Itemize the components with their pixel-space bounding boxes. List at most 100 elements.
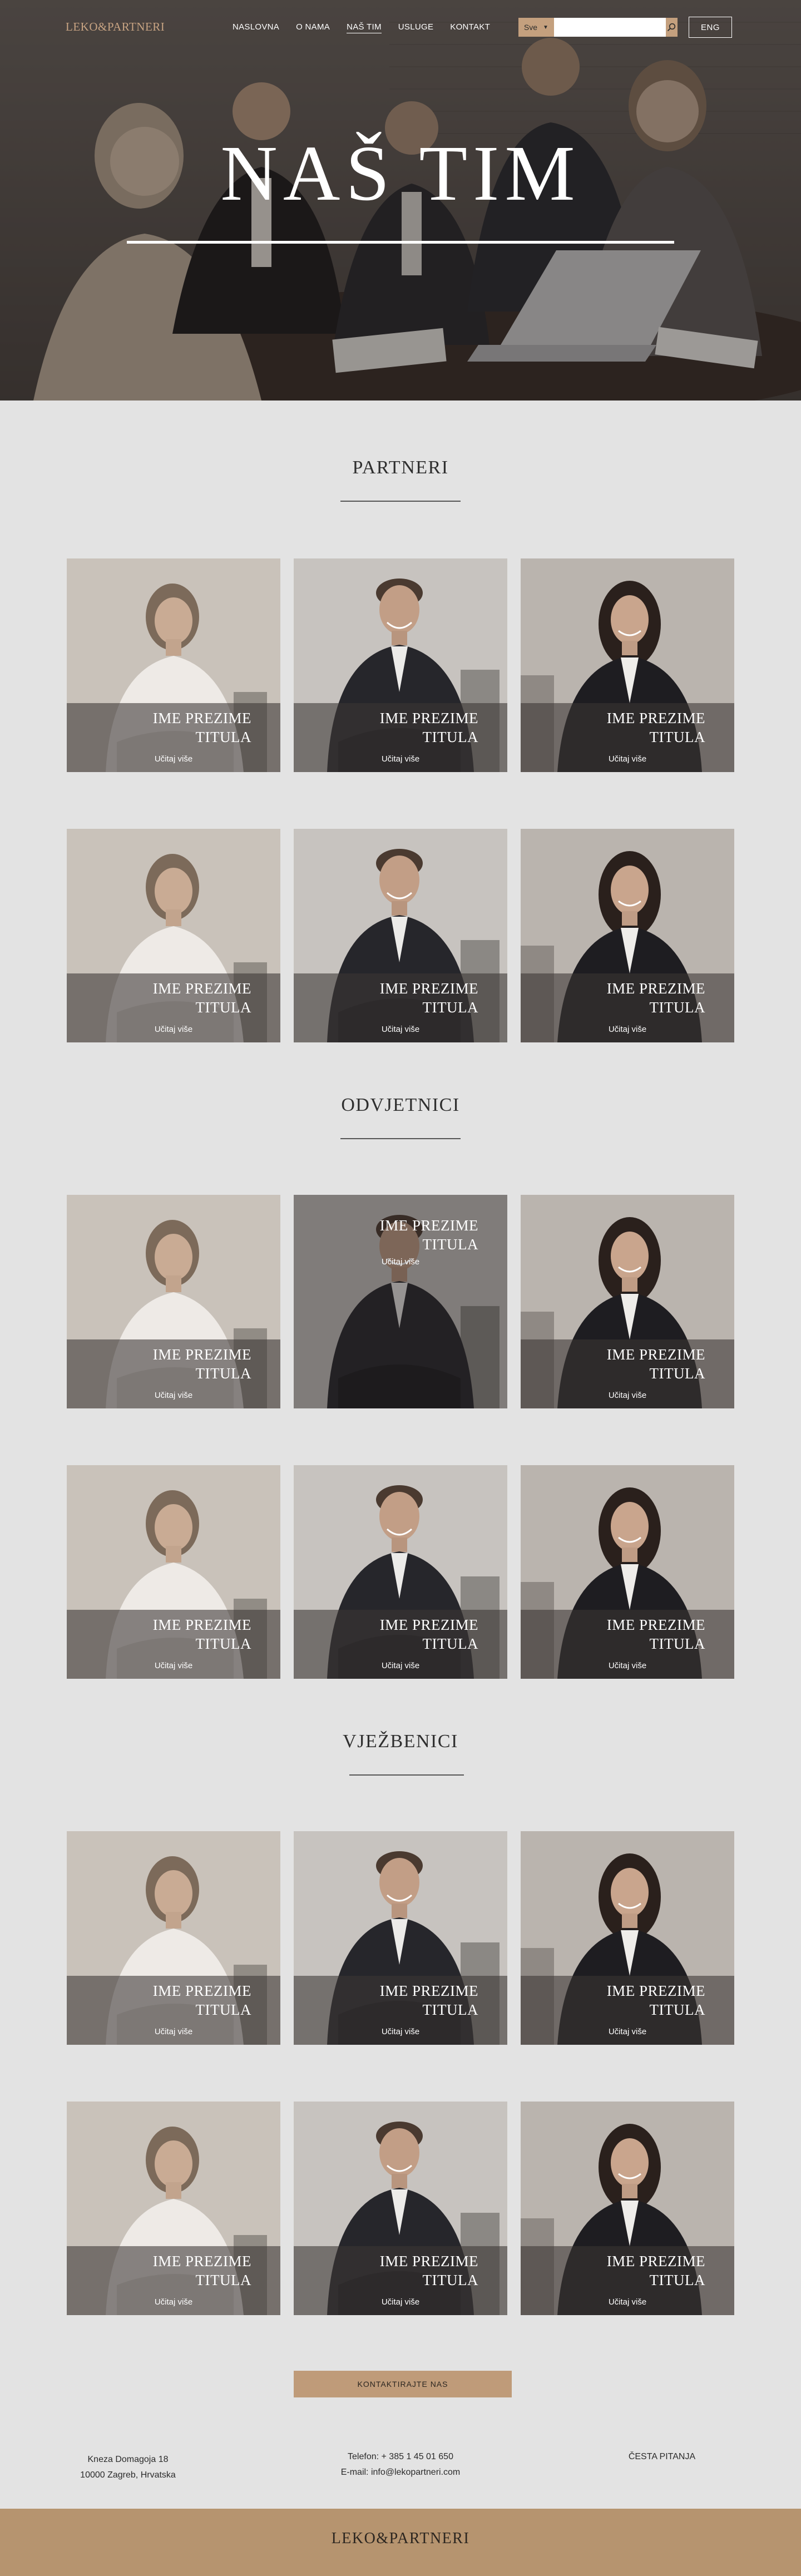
load-more-link[interactable]: Učitaj više [294, 1661, 507, 1670]
load-more-link[interactable]: Učitaj više [521, 754, 734, 764]
footer-address-line1: Kneza Domagoja 18 [87, 2455, 169, 2464]
section-divider [340, 501, 461, 502]
nav-link-kontakt[interactable]: KONTAKT [450, 22, 490, 33]
member-title: TITULA [195, 999, 251, 1016]
member-title: TITULA [422, 1236, 478, 1253]
logo[interactable]: LEKO&PARTNERI [66, 20, 165, 34]
load-more-link[interactable]: Učitaj više [521, 2297, 734, 2307]
member-name: IME PREZIME [379, 1217, 478, 1234]
member-name: IME PREZIME [152, 1346, 251, 1363]
member-name: IME PREZIME [606, 710, 705, 726]
search-input[interactable] [553, 18, 666, 37]
member-title: TITULA [649, 729, 705, 745]
team-member-card[interactable]: IME PREZIME TITULA Učitaj više [67, 558, 280, 772]
nav-links: NASLOVNA O NAMA NAŠ TIM USLUGE KONTAKT [233, 22, 490, 33]
search-button[interactable] [665, 18, 678, 37]
team-member-card[interactable]: IME PREZIME TITULA Učitaj više [67, 1831, 280, 2045]
team-member-card[interactable]: IME PREZIME TITULA Učitaj više [294, 1195, 507, 1408]
member-name: IME PREZIME [152, 710, 251, 726]
nav-link-naslovna[interactable]: NASLOVNA [233, 22, 279, 33]
member-title: TITULA [195, 729, 251, 745]
team-member-card[interactable]: IME PREZIME TITULA Učitaj više [294, 2102, 507, 2315]
member-name: IME PREZIME [152, 2253, 251, 2270]
member-name: IME PREZIME [606, 2253, 705, 2270]
load-more-link[interactable]: Učitaj više [294, 2297, 507, 2307]
member-title: TITULA [649, 2001, 705, 2018]
team-member-card[interactable]: IME PREZIME TITULA Učitaj više [294, 829, 507, 1042]
member-title: TITULA [422, 1635, 478, 1652]
team-member-card[interactable]: IME PREZIME TITULA Učitaj više [521, 1831, 734, 2045]
section-title: PARTNERI [352, 457, 449, 478]
load-more-link[interactable]: Učitaj više [294, 1025, 507, 1034]
member-name: IME PREZIME [379, 1616, 478, 1633]
member-name: IME PREZIME [606, 1346, 705, 1363]
footer-contact: Telefon: + 385 1 45 01 650 E-mail: info@… [312, 2449, 490, 2480]
footer-address-line2: 10000 Zagreb, Hrvatska [80, 2470, 176, 2480]
footer-bar: LEKO&PARTNERI [0, 2509, 801, 2576]
contact-us-button[interactable]: KONTAKTIRAJTE NAS [294, 2371, 512, 2397]
section-divider [340, 1138, 461, 1139]
team-member-card[interactable]: IME PREZIME TITULA Učitaj više [521, 1465, 734, 1679]
member-title: TITULA [195, 1635, 251, 1652]
team-member-card[interactable]: IME PREZIME TITULA Učitaj više [67, 1465, 280, 1679]
member-title: TITULA [649, 999, 705, 1016]
team-member-card[interactable]: IME PREZIME TITULA Učitaj više [521, 2102, 734, 2315]
team-member-card[interactable]: IME PREZIME TITULA Učitaj više [294, 558, 507, 772]
search-icon [668, 23, 676, 32]
team-member-card[interactable]: IME PREZIME TITULA Učitaj više [521, 829, 734, 1042]
load-more-link[interactable]: Učitaj više [521, 1025, 734, 1034]
load-more-link[interactable]: Učitaj više [521, 1661, 734, 1670]
search-filter-value: Sve [523, 23, 537, 32]
member-name: IME PREZIME [379, 1982, 478, 1999]
load-more-link[interactable]: Učitaj više [67, 1661, 280, 1670]
caret-down-icon: ▼ [542, 24, 548, 31]
member-title: TITULA [422, 999, 478, 1016]
load-more-link[interactable]: Učitaj više [521, 1391, 734, 1400]
search-bar: Sve ▼ [518, 18, 678, 37]
top-navigation: LEKO&PARTNERI NASLOVNA O NAMA NAŠ TIM US… [0, 0, 801, 53]
member-name: IME PREZIME [606, 1982, 705, 1999]
section-title: ODVJETNICI [341, 1095, 460, 1115]
member-title: TITULA [422, 2001, 478, 2018]
team-grid: IME PREZIME TITULA Učitaj više IME PREZIME… [67, 1831, 734, 2315]
team-member-card[interactable]: IME PREZIME TITULA Učitaj više [67, 1195, 280, 1408]
footer-address: Kneza Domagoja 18 10000 Zagreb, Hrvatska [67, 2452, 189, 2483]
load-more-link[interactable]: Učitaj više [67, 754, 280, 764]
load-more-link[interactable]: Učitaj više [67, 1391, 280, 1400]
team-member-card[interactable]: IME PREZIME TITULA Učitaj više [67, 829, 280, 1042]
team-member-card[interactable]: IME PREZIME TITULA Učitaj više [521, 558, 734, 772]
member-title: TITULA [195, 2272, 251, 2288]
hero-divider [127, 241, 674, 244]
hero-banner: LEKO&PARTNERI NASLOVNA O NAMA NAŠ TIM US… [0, 0, 801, 401]
nav-link-o-nama[interactable]: O NAMA [296, 22, 330, 33]
search-filter-select[interactable]: Sve ▼ [518, 18, 554, 37]
team-member-card[interactable]: IME PREZIME TITULA Učitaj više [294, 1465, 507, 1679]
load-more-link[interactable]: Učitaj više [521, 2027, 734, 2036]
load-more-link[interactable]: Učitaj više [294, 1257, 507, 1267]
load-more-link[interactable]: Učitaj više [294, 754, 507, 764]
footer-logo[interactable]: LEKO&PARTNERI [0, 2530, 801, 2548]
team-grid: IME PREZIME TITULA Učitaj više IME PREZIME… [67, 1195, 734, 1679]
footer-faq-link[interactable]: ČESTA PITANJA [595, 2449, 729, 2465]
language-button[interactable]: ENG [689, 17, 732, 38]
load-more-link[interactable]: Učitaj više [67, 2297, 280, 2307]
team-member-card[interactable]: IME PREZIME TITULA Učitaj više [294, 1831, 507, 2045]
load-more-link[interactable]: Učitaj više [67, 1025, 280, 1034]
team-member-card[interactable]: IME PREZIME TITULA Učitaj više [67, 2102, 280, 2315]
nav-link-nas-tim[interactable]: NAŠ TIM [347, 22, 382, 33]
member-name: IME PREZIME [152, 980, 251, 997]
section-title: VJEŽBENICI [343, 1731, 458, 1752]
member-name: IME PREZIME [379, 710, 478, 726]
section-divider [349, 1774, 464, 1776]
footer-phone[interactable]: Telefon: + 385 1 45 01 650 [312, 2449, 490, 2465]
load-more-link[interactable]: Učitaj više [67, 2027, 280, 2036]
member-title: TITULA [195, 1365, 251, 1382]
page-title: NAŠ TIM [220, 129, 581, 217]
member-title: TITULA [649, 2272, 705, 2288]
member-name: IME PREZIME [379, 2253, 478, 2270]
footer-email[interactable]: E-mail: info@lekopartneri.com [312, 2465, 490, 2480]
team-member-card[interactable]: IME PREZIME TITULA Učitaj više [521, 1195, 734, 1408]
load-more-link[interactable]: Učitaj više [294, 2027, 507, 2036]
nav-link-usluge[interactable]: USLUGE [398, 22, 434, 33]
member-title: TITULA [649, 1635, 705, 1652]
